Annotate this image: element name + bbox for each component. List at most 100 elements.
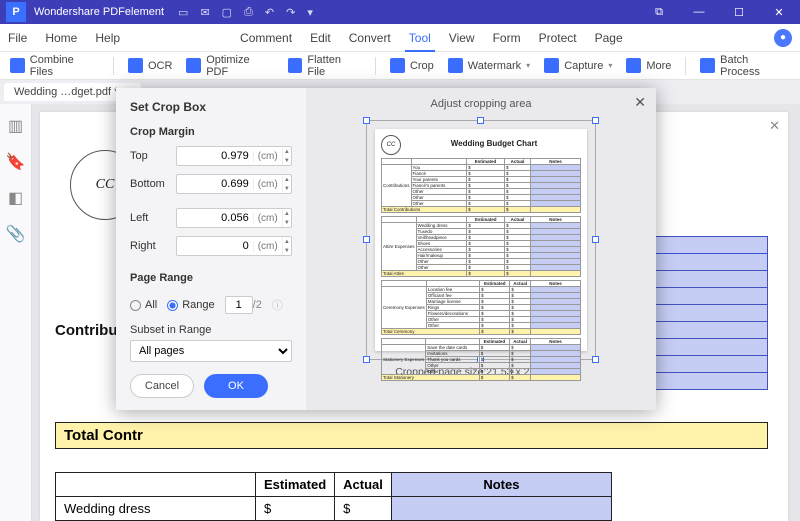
menu-page[interactable]: Page [595, 31, 623, 45]
menu-tool[interactable]: Tool [409, 31, 431, 45]
tool-combine-label: Combine Files [30, 54, 99, 78]
open-icon[interactable]: ▭ [178, 6, 188, 19]
menu-edit[interactable]: Edit [310, 31, 331, 45]
side-panel: ▥ 🔖 ◧ 📎 [0, 104, 32, 521]
range-input[interactable] [225, 296, 253, 314]
doc-side-cells [648, 236, 768, 389]
crop-handle-r[interactable] [592, 236, 599, 243]
tool-capture[interactable]: Capture▾ [544, 58, 612, 73]
tool-ocr-label: OCR [148, 60, 172, 72]
attachment-icon[interactable]: 📎 [6, 224, 26, 244]
stepper[interactable]: ▲▼ [282, 209, 291, 227]
menu-help[interactable]: Help [95, 31, 120, 45]
cell-notes [391, 497, 611, 521]
ok-button[interactable]: OK [204, 374, 268, 398]
preview-page: CC Wedding Budget Chart EstimatedActualN… [375, 129, 587, 351]
crop-handle-t[interactable] [477, 117, 484, 124]
radio-all[interactable]: All [130, 299, 157, 311]
subset-block: Subset in Range All pages [130, 324, 292, 362]
radio-range[interactable]: Range [167, 299, 214, 311]
input-top[interactable]: (cm) ▲▼ [176, 146, 292, 166]
dialog-title: Set Crop Box [130, 100, 292, 114]
stepper[interactable]: ▲▼ [282, 175, 291, 193]
app-title: Wondershare PDFelement [34, 6, 164, 18]
tool-watermark-label: Watermark [468, 60, 521, 72]
tool-optimize[interactable]: Optimize PDF [186, 54, 273, 78]
stepper[interactable]: ▲▼ [282, 147, 291, 165]
crop-handle-br[interactable] [592, 356, 599, 363]
subset-title: Subset in Range [130, 324, 292, 336]
window-close-icon[interactable]: ✕ [764, 6, 794, 19]
user-avatar-icon[interactable]: ● [774, 29, 792, 47]
menu-comment[interactable]: Comment [240, 31, 292, 45]
margin-right-row: Right (cm) ▲▼ [130, 236, 292, 256]
ocr-icon [128, 58, 143, 73]
stepper[interactable]: ▲▼ [282, 237, 291, 255]
preview-title: Wedding Budget Chart [407, 139, 581, 148]
thumbnails-icon[interactable]: ▥ [8, 116, 23, 136]
undo-icon[interactable]: ↶ [265, 6, 274, 19]
tool-more[interactable]: More [626, 58, 671, 73]
separator [375, 57, 376, 75]
crop-handle-tl[interactable] [363, 117, 370, 124]
crop-handle-tr[interactable] [592, 117, 599, 124]
redo-icon[interactable]: ↷ [286, 6, 295, 19]
menu-protect[interactable]: Protect [539, 31, 577, 45]
subset-select[interactable]: All pages [130, 340, 292, 362]
dialog-close-icon[interactable]: ✕ [634, 94, 646, 111]
input-right-field[interactable] [177, 240, 253, 252]
menu-form[interactable]: Form [493, 31, 521, 45]
capture-icon [544, 58, 559, 73]
separator [113, 57, 114, 75]
window-dock-icon[interactable]: ⧉ [644, 6, 674, 19]
tool-watermark[interactable]: Watermark▾ [448, 58, 530, 73]
tool-crop[interactable]: Crop [390, 58, 434, 73]
dropdown-icon[interactable]: ▾ [307, 6, 313, 19]
mail-icon[interactable]: ✉ [200, 6, 209, 19]
input-left[interactable]: (cm) ▲▼ [176, 208, 292, 228]
info-icon[interactable]: ⓘ [272, 297, 283, 313]
menu-home[interactable]: Home [45, 31, 77, 45]
cancel-button[interactable]: Cancel [130, 374, 194, 398]
tool-flatten-label: Flatten File [307, 54, 361, 78]
crop-handle-l[interactable] [363, 236, 370, 243]
search-side-icon[interactable]: ◧ [8, 188, 23, 208]
tool-batch[interactable]: Batch Process [700, 54, 790, 78]
print-icon[interactable]: ⎙ [244, 6, 253, 19]
cell-est: $ [256, 497, 335, 521]
menu-file[interactable]: File [8, 31, 27, 45]
label-bottom: Bottom [130, 178, 176, 190]
adjust-label: Adjust cropping area [431, 98, 532, 110]
crop-handle-bl[interactable] [363, 356, 370, 363]
cell-label: Wedding dress [56, 497, 256, 521]
margin-left-row: Left (cm) ▲▼ [130, 208, 292, 228]
page-range-title: Page Range [130, 272, 292, 284]
tool-capture-label: Capture [564, 60, 603, 72]
bookmark-icon[interactable]: 🔖 [6, 152, 26, 172]
input-left-field[interactable] [177, 212, 253, 224]
input-right[interactable]: (cm) ▲▼ [176, 236, 292, 256]
separator [685, 57, 686, 75]
radio-all-label: All [145, 299, 157, 311]
input-bottom-field[interactable] [177, 178, 253, 190]
tool-combine[interactable]: Combine Files [10, 54, 99, 78]
input-bottom[interactable]: (cm) ▲▼ [176, 174, 292, 194]
tool-flatten[interactable]: Flatten File [288, 54, 361, 78]
window-maximize-icon[interactable]: ☐ [724, 6, 754, 19]
margin-top-row: Top (cm) ▲▼ [130, 146, 292, 166]
doc-close-icon[interactable]: ✕ [769, 118, 780, 134]
th-blank [56, 473, 256, 497]
input-top-field[interactable] [177, 150, 253, 162]
range-total: /2 [253, 299, 262, 311]
th-actual: Actual [335, 473, 392, 497]
app-logo: P [6, 2, 26, 22]
window-minimize-icon[interactable]: — [684, 6, 714, 19]
preview-table: EstimatedActualNotesAttire ExpensesWeddi… [381, 216, 581, 277]
tool-ocr[interactable]: OCR [128, 58, 172, 73]
crop-preview[interactable]: CC Wedding Budget Chart EstimatedActualN… [366, 120, 596, 360]
menu-convert[interactable]: Convert [349, 31, 391, 45]
tab-label: Wedding …dget.pdf * [14, 86, 118, 98]
label-top: Top [130, 150, 176, 162]
save-icon[interactable]: ▢ [222, 6, 232, 19]
menu-view[interactable]: View [449, 31, 475, 45]
